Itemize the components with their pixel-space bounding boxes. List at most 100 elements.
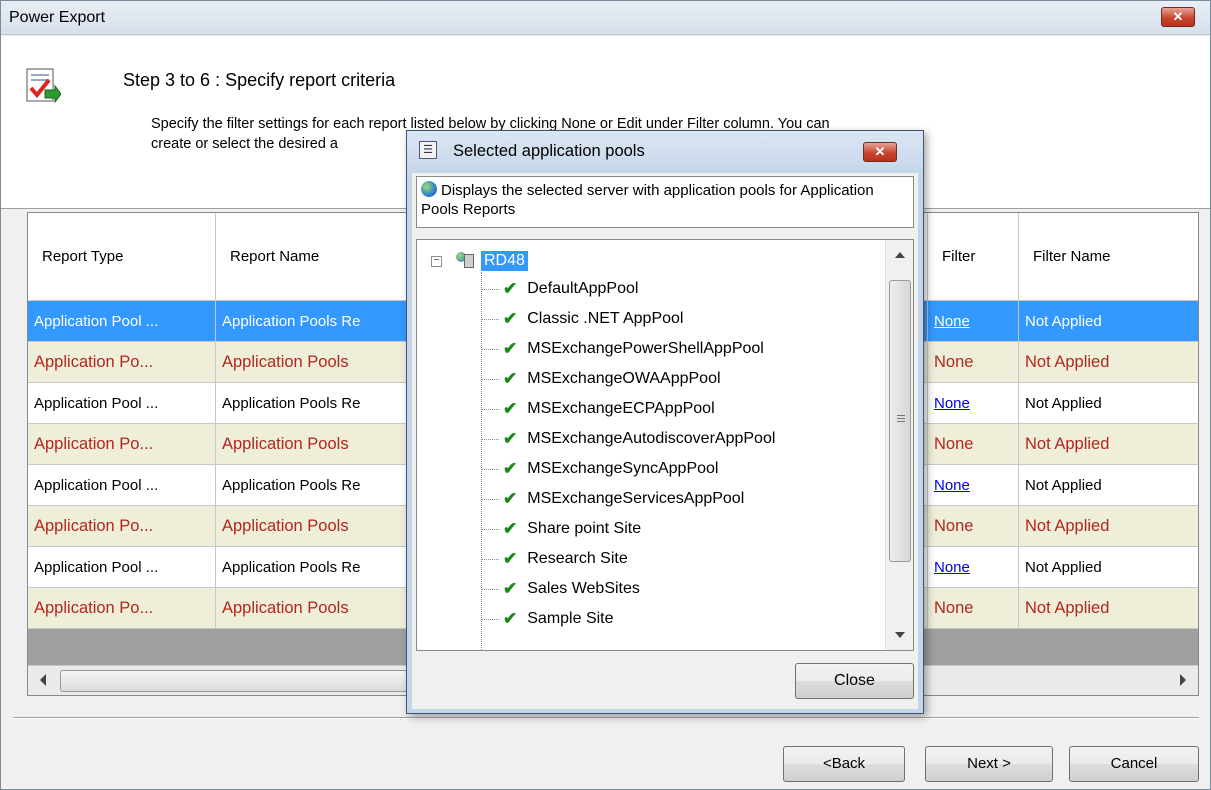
tree-branch-line	[481, 588, 499, 590]
filter-name-cell-text: Not Applied	[1025, 476, 1102, 494]
report-name-cell-text: Application Pools	[222, 434, 349, 453]
grip-icon	[897, 415, 905, 416]
filter-name-cell: Not Applied	[1019, 506, 1198, 547]
tree-branch-line	[481, 408, 499, 410]
filter-name-cell-text: Not Applied	[1025, 352, 1110, 371]
vertical-scrollbar[interactable]	[885, 240, 913, 650]
column-filter[interactable]: Filter	[928, 213, 1019, 301]
filter-name-cell: Not Applied	[1019, 588, 1198, 629]
check-icon: ✔	[503, 459, 518, 478]
filter-link[interactable]: None	[928, 588, 1019, 629]
report-name-cell-text: Application Pools Re	[222, 558, 361, 576]
filter-link[interactable]: None	[928, 342, 1019, 383]
check-icon: ✔	[503, 429, 518, 448]
filter-link[interactable]: None	[928, 465, 1019, 506]
vertical-scroll-thumb[interactable]	[889, 280, 911, 562]
report-type-cell-text: Application Po...	[34, 352, 154, 371]
window-close-button[interactable]: ✕	[1161, 7, 1195, 27]
scroll-left-icon[interactable]	[40, 674, 46, 686]
app-pool-item[interactable]: ✔ MSExchangeAutodiscoverAppPool	[481, 424, 775, 454]
filter-link-text[interactable]: None	[934, 599, 973, 618]
back-button[interactable]: <Back	[783, 746, 905, 782]
app-pool-label: MSExchangePowerShellAppPool	[527, 340, 764, 357]
app-pool-item[interactable]: ✔ Research Site	[481, 544, 628, 574]
filter-name-cell-text: Not Applied	[1025, 598, 1110, 617]
report-name-cell-text: Application Pools Re	[222, 476, 361, 494]
tree-branch-line	[481, 378, 499, 380]
app-pool-item[interactable]: ✔ MSExchangeSyncAppPool	[481, 454, 718, 484]
filter-name-cell: Not Applied	[1019, 342, 1198, 383]
report-type-cell-text: Application Pool ...	[34, 476, 159, 494]
report-name-cell-text: Application Pools	[222, 516, 349, 535]
column-report-type[interactable]: Report Type	[28, 213, 216, 301]
filter-link-text[interactable]: None	[934, 559, 970, 576]
app-pool-item[interactable]: ✔ Classic .NET AppPool	[481, 304, 683, 334]
report-type-cell: Application Pool ...	[28, 301, 216, 342]
app-pool-label: Classic .NET AppPool	[527, 310, 684, 327]
check-icon: ✔	[503, 369, 518, 388]
filter-name-cell: Not Applied	[1019, 424, 1198, 465]
report-type-cell: Application Po...	[28, 424, 216, 465]
filter-link[interactable]: None	[928, 301, 1019, 342]
app-pool-item[interactable]: ✔ DefaultAppPool	[481, 274, 638, 304]
dialog-body: Displays the selected server with applic…	[412, 173, 918, 709]
tree-branch-line	[481, 318, 499, 320]
report-type-cell-text: Application Po...	[34, 434, 154, 453]
filter-link-text[interactable]: None	[934, 313, 970, 330]
filter-name-cell-text: Not Applied	[1025, 434, 1110, 453]
report-type-cell: Application Pool ...	[28, 465, 216, 506]
filter-link-text[interactable]: None	[934, 477, 970, 494]
filter-link-text[interactable]: None	[934, 395, 970, 412]
filter-link-text[interactable]: None	[934, 353, 973, 372]
tree-root-node[interactable]: − RD48	[431, 250, 528, 272]
report-type-cell: Application Po...	[28, 588, 216, 629]
check-icon: ✔	[503, 339, 518, 358]
filter-link-text[interactable]: None	[934, 517, 973, 536]
app-pool-item[interactable]: ✔ Sample Site	[481, 604, 614, 634]
scroll-right-icon[interactable]	[1180, 674, 1186, 686]
filter-name-cell: Not Applied	[1019, 301, 1198, 342]
filter-link[interactable]: None	[928, 547, 1019, 588]
app-pool-item[interactable]: ✔ MSExchangeServicesAppPool	[481, 484, 744, 514]
filter-link[interactable]: None	[928, 383, 1019, 424]
report-type-cell-text: Application Po...	[34, 516, 154, 535]
report-name-cell-text: Application Pools	[222, 352, 349, 371]
tree-branch-line	[481, 528, 499, 530]
filter-name-cell: Not Applied	[1019, 465, 1198, 506]
dialog-close-button[interactable]: Close	[795, 663, 914, 699]
report-name-cell-text: Application Pools Re	[222, 312, 361, 330]
filter-name-cell-text: Not Applied	[1025, 312, 1102, 330]
check-icon: ✔	[503, 489, 518, 508]
app-pool-item[interactable]: ✔ MSExchangeOWAAppPool	[481, 364, 721, 394]
tree-branch-line	[481, 288, 499, 290]
scroll-up-icon[interactable]	[895, 252, 905, 258]
check-icon: ✔	[503, 609, 518, 628]
app-pool-item[interactable]: ✔ Sales WebSites	[481, 574, 640, 604]
filter-link-text[interactable]: None	[934, 435, 973, 454]
next-button[interactable]: Next >	[925, 746, 1053, 782]
collapse-icon[interactable]: −	[431, 255, 442, 267]
report-type-cell-text: Application Pool ...	[34, 394, 159, 412]
app-pool-tree[interactable]: − RD48 ✔ DefaultAppPool ✔ Classic .NET AppP…	[416, 239, 914, 651]
scroll-down-icon[interactable]	[895, 632, 905, 638]
app-pool-item[interactable]: ✔ Share point Site	[481, 514, 641, 544]
app-pool-label: DefaultAppPool	[527, 280, 639, 297]
filter-name-cell: Not Applied	[1019, 383, 1198, 424]
cancel-button[interactable]: Cancel	[1069, 746, 1199, 782]
dialog-title: Selected application pools	[453, 142, 645, 160]
check-icon: ✔	[503, 549, 518, 568]
app-pool-item[interactable]: ✔ MSExchangeECPAppPool	[481, 394, 715, 424]
dialog-list-icon: ☰	[419, 141, 437, 159]
check-icon: ✔	[503, 579, 518, 598]
server-label[interactable]: RD48	[481, 251, 528, 271]
dialog-close-x-button[interactable]: ✕	[863, 142, 897, 162]
app-pool-item[interactable]: ✔ MSExchangePowerShellAppPool	[481, 334, 764, 364]
filter-name-cell-text: Not Applied	[1025, 516, 1110, 535]
column-filter-name[interactable]: Filter Name	[1019, 213, 1198, 301]
app-pool-label: Share point Site	[527, 520, 642, 537]
tree-branch-line	[481, 348, 499, 350]
horizontal-scroll-thumb[interactable]	[60, 670, 410, 692]
server-icon	[456, 252, 478, 270]
filter-link[interactable]: None	[928, 506, 1019, 547]
filter-link[interactable]: None	[928, 424, 1019, 465]
